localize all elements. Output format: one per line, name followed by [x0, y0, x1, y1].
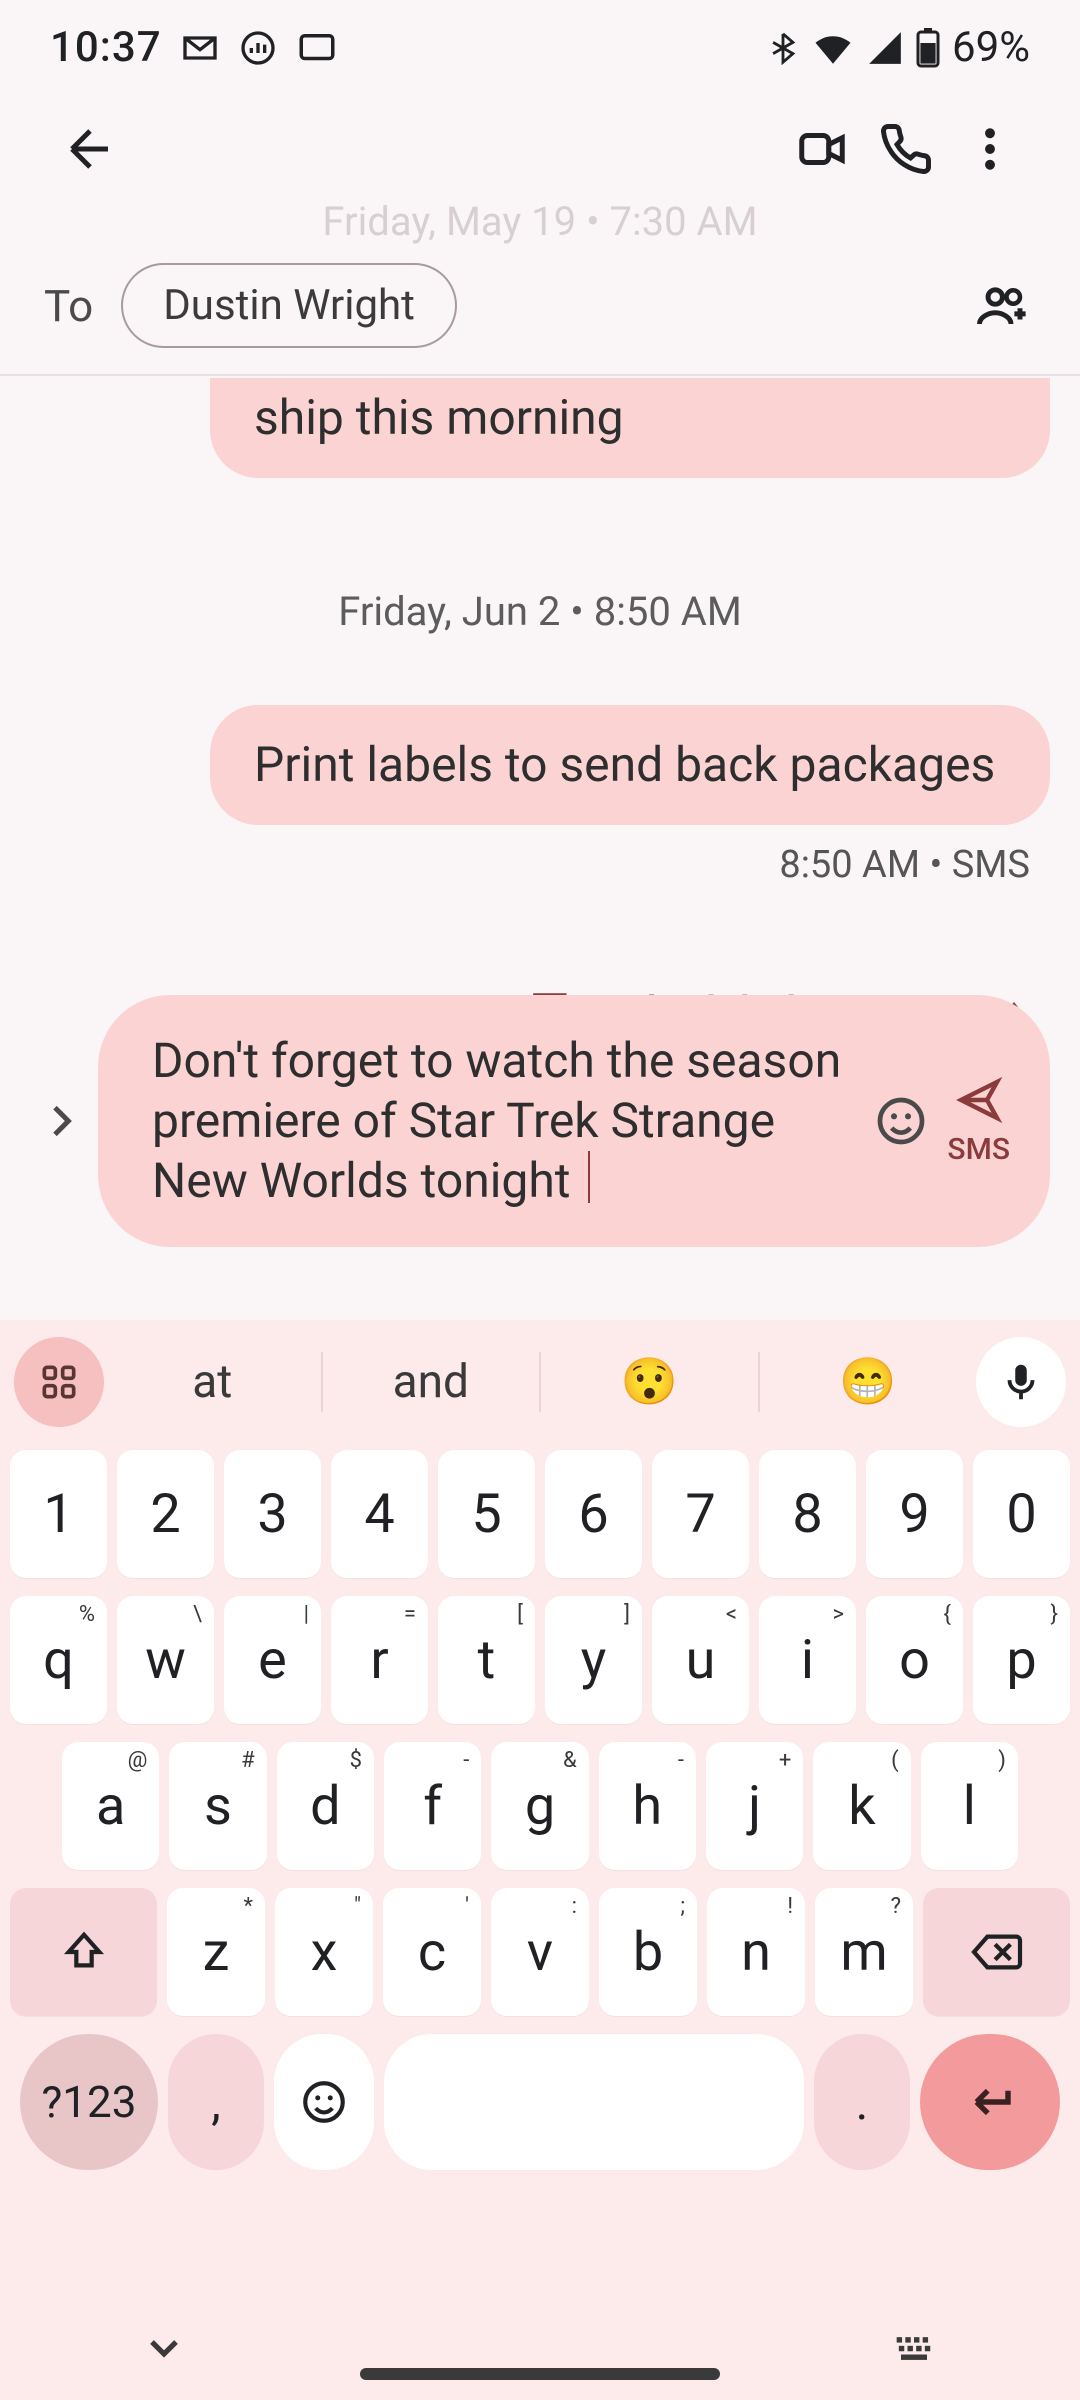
cast-icon — [296, 27, 338, 69]
navigation-bar — [0, 2300, 1080, 2400]
key-row-numbers: 1 2 3 4 5 6 7 8 9 0 — [10, 1450, 1070, 1578]
key-f[interactable]: f- — [384, 1742, 481, 1870]
key-b[interactable]: b; — [599, 1888, 697, 2016]
compose-row: Don't forget to watch the season premier… — [0, 995, 1080, 1247]
key-m[interactable]: m? — [815, 1888, 913, 2016]
key-6[interactable]: 6 — [545, 1450, 642, 1578]
key-s[interactable]: s# — [169, 1742, 266, 1870]
key-r[interactable]: r= — [331, 1596, 428, 1724]
keyboard-switcher-button[interactable] — [888, 2322, 940, 2378]
suggestion-emoji[interactable]: 😁 — [766, 1355, 971, 1409]
key-o[interactable]: o{ — [866, 1596, 963, 1724]
key-7[interactable]: 7 — [652, 1450, 749, 1578]
keyboard: at and 😯 😁 1 2 3 4 5 6 7 8 9 0 q% w\ e| … — [0, 1320, 1080, 2400]
key-row-zxcv: z* x" c' v: b; n! m? — [10, 1888, 1070, 2016]
key-period[interactable]: . — [814, 2034, 910, 2170]
message-meta: 8:50 AM • SMS — [30, 843, 1050, 887]
key-4[interactable]: 4 — [331, 1450, 428, 1578]
compose-input[interactable]: Don't forget to watch the season premier… — [98, 995, 1050, 1247]
key-k[interactable]: k( — [813, 1742, 910, 1870]
bluetooth-icon — [766, 31, 800, 65]
key-a[interactable]: a@ — [62, 1742, 159, 1870]
key-8[interactable]: 8 — [759, 1450, 856, 1578]
expand-attachments-button[interactable] — [30, 1081, 90, 1161]
key-g[interactable]: g& — [491, 1742, 588, 1870]
send-label: SMS — [947, 1132, 1010, 1167]
key-9[interactable]: 9 — [866, 1450, 963, 1578]
message-bubble[interactable]: ship this morning — [210, 378, 1050, 478]
status-clock: 10:37 — [50, 23, 162, 72]
suggestion[interactable]: and — [329, 1355, 534, 1409]
keyboard-toolbar-button[interactable] — [14, 1337, 104, 1427]
key-y[interactable]: y] — [545, 1596, 642, 1724]
key-c[interactable]: c' — [383, 1888, 481, 2016]
key-d[interactable]: d$ — [277, 1742, 374, 1870]
key-l[interactable]: l) — [921, 1742, 1018, 1870]
key-enter[interactable] — [920, 2034, 1060, 2170]
key-h[interactable]: h- — [599, 1742, 696, 1870]
key-row-asdf: a@ s# d$ f- g& h- j+ k( l) — [10, 1742, 1070, 1870]
key-row-fn: ?123 , . — [10, 2034, 1070, 2170]
emoji-button[interactable] — [873, 1093, 929, 1149]
key-p[interactable]: p} — [973, 1596, 1070, 1724]
gmail-icon — [180, 28, 220, 68]
key-2[interactable]: 2 — [117, 1450, 214, 1578]
battery-icon — [916, 28, 940, 68]
add-recipient-button[interactable] — [960, 264, 1044, 348]
key-j[interactable]: j+ — [706, 1742, 803, 1870]
key-1[interactable]: 1 — [10, 1450, 107, 1578]
key-x[interactable]: x" — [275, 1888, 373, 2016]
suggestion-emoji[interactable]: 😯 — [547, 1355, 752, 1409]
message-text: Print labels to send back packages — [254, 736, 995, 793]
status-bar: 10:37 69% — [0, 0, 1080, 95]
key-q[interactable]: q% — [10, 1596, 107, 1724]
key-space[interactable] — [384, 2034, 804, 2170]
wifi-icon — [812, 27, 854, 69]
key-n[interactable]: n! — [707, 1888, 805, 2016]
key-0[interactable]: 0 — [973, 1450, 1070, 1578]
key-z[interactable]: z* — [167, 1888, 265, 2016]
signal-icon — [866, 29, 904, 67]
date-separator: Friday, Jun 2 • 8:50 AM — [30, 588, 1050, 635]
key-symbols[interactable]: ?123 — [20, 2034, 158, 2170]
recipient-chip[interactable]: Dustin Wright — [121, 263, 457, 348]
key-i[interactable]: i> — [759, 1596, 856, 1724]
message-bubble[interactable]: Print labels to send back packages — [210, 705, 1050, 825]
key-comma[interactable]: , — [168, 2034, 264, 2170]
to-label: To — [44, 280, 93, 332]
data-usage-icon — [238, 28, 278, 68]
key-row-qwerty: q% w\ e| r= t[ y] u< i> o{ p} — [10, 1596, 1070, 1724]
phone-call-button[interactable] — [864, 107, 948, 191]
back-button[interactable] — [48, 107, 132, 191]
key-v[interactable]: v: — [491, 1888, 589, 2016]
key-t[interactable]: t[ — [438, 1596, 535, 1724]
recipient-row: To Dustin Wright — [0, 245, 1080, 376]
key-emoji[interactable] — [274, 2034, 374, 2170]
send-button[interactable] — [950, 1076, 1008, 1128]
key-backspace[interactable] — [923, 1888, 1070, 2016]
key-w[interactable]: w\ — [117, 1596, 214, 1724]
gesture-handle[interactable] — [360, 2368, 720, 2380]
faded-date: Friday, May 19 • 7:30 AM — [0, 198, 1080, 245]
key-u[interactable]: u< — [652, 1596, 749, 1724]
suggestion-row: at and 😯 😁 — [0, 1332, 1080, 1432]
video-call-button[interactable] — [780, 107, 864, 191]
message-text: ship this morning — [254, 389, 624, 446]
key-3[interactable]: 3 — [224, 1450, 321, 1578]
app-bar — [0, 95, 1080, 203]
key-shift[interactable] — [10, 1888, 157, 2016]
hide-keyboard-button[interactable] — [140, 2324, 188, 2376]
key-e[interactable]: e| — [224, 1596, 321, 1724]
suggestion[interactable]: at — [110, 1355, 315, 1409]
battery-percent: 69% — [952, 23, 1030, 72]
compose-text: Don't forget to watch the season premier… — [152, 1031, 873, 1211]
voice-input-button[interactable] — [976, 1337, 1066, 1427]
more-options-button[interactable] — [948, 107, 1032, 191]
key-5[interactable]: 5 — [438, 1450, 535, 1578]
message-list[interactable]: ship this morning Friday, Jun 2 • 8:50 A… — [0, 378, 1080, 1037]
